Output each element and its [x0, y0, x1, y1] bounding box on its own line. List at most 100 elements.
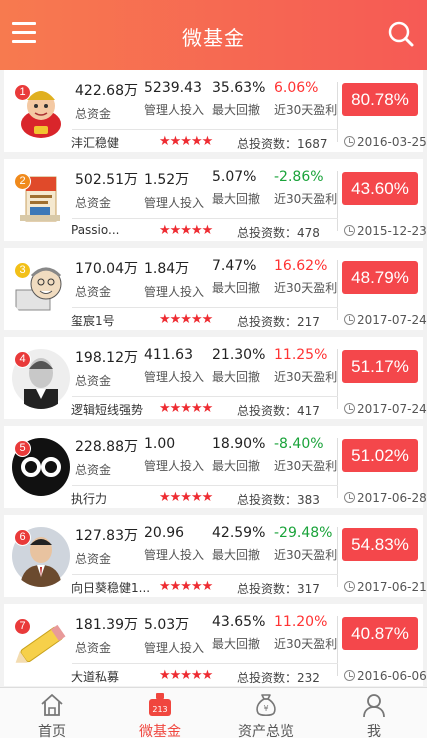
- total-assets-label: 总资金: [75, 107, 112, 121]
- profit-30d-value: -29.48%: [274, 525, 333, 541]
- max-drawdown-label: 最大回撤: [212, 103, 261, 117]
- tab-micro-fund[interactable]: 213 微基金: [120, 688, 200, 738]
- max-drawdown: 35.63% 最大回撤: [212, 80, 265, 118]
- clock-icon: [344, 225, 355, 236]
- create-date: 2017-06-21: [344, 580, 427, 594]
- max-drawdown: 43.65% 最大回撤: [212, 614, 265, 652]
- fund-card[interactable]: 2 502.51万 总资金 1.52万 管理人投入 5.07% 最大回撤 -2.…: [4, 159, 427, 241]
- rank-badge: 2: [14, 173, 31, 190]
- fund-card[interactable]: 1 422.68万 总资金 5239.43 管理人投入 35.63% 最大回撤 …: [4, 70, 427, 152]
- create-date-value: 2017-06-21: [357, 580, 427, 594]
- divider: [72, 218, 338, 219]
- fund-list: 1 422.68万 总资金 5239.43 管理人投入 35.63% 最大回撤 …: [0, 70, 427, 687]
- investor-count: 总投资数：232: [237, 669, 320, 686]
- clock-icon: [344, 670, 355, 681]
- profit-30d: 16.62% 近30天盈利: [274, 258, 337, 296]
- fund-avatar-wrap: 2: [10, 169, 72, 231]
- investor-count-label: 总投资数：: [237, 315, 298, 329]
- fund-avatar-wrap: 3: [10, 258, 72, 320]
- fund-avatar-wrap: 4: [10, 347, 72, 409]
- fund-card[interactable]: 4 198.12万 总资金 411.63 管理人投入 21.30% 最大回撤 1…: [4, 337, 427, 419]
- max-drawdown-label: 最大回撤: [212, 192, 261, 206]
- return-rate-button[interactable]: 48.79%: [342, 261, 418, 294]
- investor-count-value: 217: [297, 315, 320, 329]
- manager-invest-label: 管理人投入: [144, 370, 205, 384]
- fund-icon: 213: [149, 693, 171, 716]
- investor-count-label: 总投资数：: [237, 137, 298, 151]
- fund-avatar-wrap: 6: [10, 525, 72, 587]
- fund-name: Passio...: [71, 223, 120, 237]
- return-rate-button[interactable]: 51.02%: [342, 439, 418, 472]
- fund-name: 逻辑短线强势: [71, 403, 144, 417]
- investor-count-label: 总投资数：: [237, 671, 298, 685]
- return-rate-button[interactable]: 43.60%: [342, 172, 418, 205]
- return-rate-button[interactable]: 80.78%: [342, 83, 418, 116]
- manager-invest-value: 5.03万: [144, 617, 190, 633]
- manager-invest-label: 管理人投入: [144, 196, 205, 210]
- profit-30d-label: 近30天盈利: [274, 548, 338, 562]
- divider: [337, 438, 338, 498]
- total-assets: 422.68万 总资金: [75, 80, 138, 122]
- fund-name: 向日葵稳健1...: [71, 581, 151, 595]
- fund-name: 执行力: [71, 492, 108, 506]
- tab-home[interactable]: 首页: [12, 688, 92, 738]
- create-date-value: 2015-12-23: [357, 224, 427, 238]
- total-assets-label: 总资金: [75, 285, 112, 299]
- max-drawdown-value: 42.59%: [212, 525, 266, 541]
- create-date: 2017-07-24: [344, 402, 427, 416]
- manager-invest: 5.03万 管理人投入: [144, 614, 204, 656]
- fund-name: 玺宸1号: [71, 314, 115, 328]
- fund-name: 沣汇稳健: [71, 136, 120, 150]
- investor-count-value: 232: [297, 671, 320, 685]
- manager-invest-value: 1.52万: [144, 172, 190, 188]
- fund-card[interactable]: 6 127.83万 总资金 20.96 管理人投入 42.59% 最大回撤 -2…: [4, 515, 427, 597]
- manager-invest-value: 1.00: [144, 436, 176, 452]
- investor-count: 总投资数：1687: [237, 135, 328, 152]
- clock-icon: [344, 314, 355, 325]
- investor-count-value: 1687: [297, 137, 328, 151]
- max-drawdown-label: 最大回撤: [212, 370, 261, 384]
- max-drawdown-value: 35.63%: [212, 80, 266, 96]
- svg-text:213: 213: [152, 705, 167, 714]
- profit-30d-value: 11.20%: [274, 614, 328, 630]
- return-rate-button[interactable]: 40.87%: [342, 617, 418, 650]
- svg-text:¥: ¥: [263, 704, 268, 713]
- app-header: 微基金: [0, 0, 427, 70]
- investor-count-label: 总投资数：: [237, 582, 298, 596]
- divider: [72, 574, 338, 575]
- manager-invest-label: 管理人投入: [144, 103, 205, 117]
- tab-me[interactable]: 我: [334, 688, 414, 738]
- tab-assets[interactable]: ¥ 资产总览: [226, 688, 306, 738]
- total-assets: 228.88万 总资金: [75, 436, 138, 478]
- profit-30d: -8.40% 近30天盈利: [274, 436, 337, 474]
- return-rate-button[interactable]: 51.17%: [342, 350, 418, 383]
- fund-card[interactable]: 3 170.04万 总资金 1.84万 管理人投入 7.47% 最大回撤 16.…: [4, 248, 427, 330]
- max-drawdown: 21.30% 最大回撤: [212, 347, 265, 385]
- total-assets-label: 总资金: [75, 196, 112, 210]
- fund-card[interactable]: 7 181.39万 总资金 5.03万 管理人投入 43.65% 最大回撤 11…: [4, 604, 427, 686]
- clock-icon: [344, 492, 355, 503]
- create-date-value: 2017-06-28: [357, 491, 427, 505]
- investor-count-label: 总投资数：: [237, 493, 298, 507]
- investor-count-value: 317: [297, 582, 320, 596]
- create-date-value: 2016-06-06: [357, 669, 427, 683]
- investor-count: 总投资数：217: [237, 313, 320, 330]
- total-assets-value: 127.83万: [75, 528, 138, 544]
- profit-30d: -29.48% 近30天盈利: [274, 525, 337, 563]
- profit-30d-value: 11.25%: [274, 347, 328, 363]
- search-icon[interactable]: [387, 20, 415, 48]
- total-assets-value: 181.39万: [75, 617, 138, 633]
- manager-invest: 20.96 管理人投入: [144, 525, 204, 563]
- divider: [337, 260, 338, 320]
- investor-count-value: 417: [297, 404, 320, 418]
- divider: [337, 616, 338, 676]
- investor-count: 总投资数：383: [237, 491, 320, 508]
- max-drawdown: 7.47% 最大回撤: [212, 258, 260, 296]
- rank-badge: 7: [14, 618, 31, 635]
- total-assets-label: 总资金: [75, 374, 112, 388]
- profit-30d: -2.86% 近30天盈利: [274, 169, 337, 207]
- fund-card[interactable]: 5 228.88万 总资金 1.00 管理人投入 18.90% 最大回撤 -8.…: [4, 426, 427, 508]
- manager-invest: 1.84万 管理人投入: [144, 258, 204, 300]
- max-drawdown: 18.90% 最大回撤: [212, 436, 265, 474]
- return-rate-button[interactable]: 54.83%: [342, 528, 418, 561]
